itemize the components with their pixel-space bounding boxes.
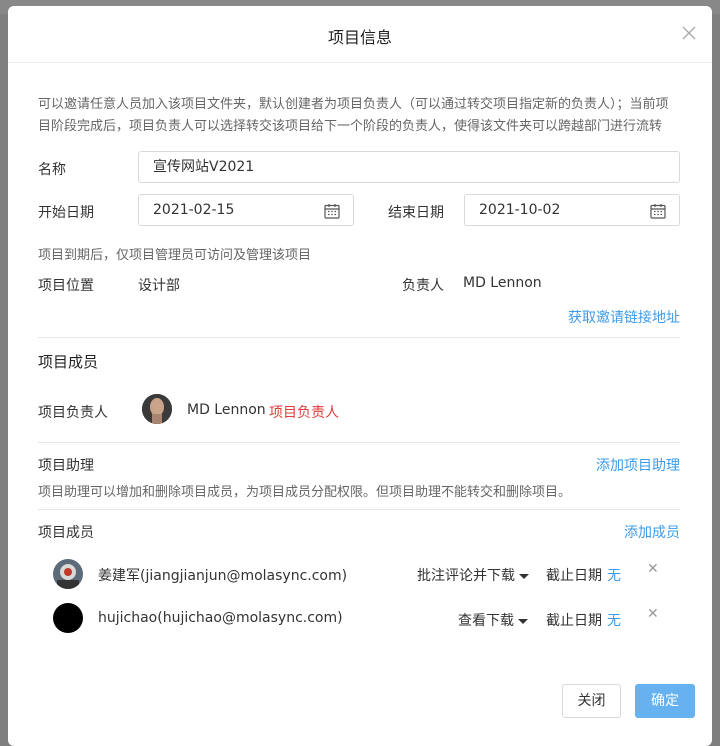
assistant-note: 项目助理可以增加和删除项目成员，为项目成员分配权限。但项目助理不能转交和删除项目… xyxy=(38,485,572,500)
project-info-dialog: 项目信息 可以邀请任意人员加入该项目文件夹，默认创建者为项目负责人（可以通过转交… xyxy=(8,6,712,746)
owner-label: 负责人 xyxy=(402,278,444,294)
permission-value: 查看下载 xyxy=(458,613,514,629)
owner-badge: 项目负责人 xyxy=(269,405,339,421)
caret-down-icon xyxy=(519,573,529,579)
expire-note: 项目到期后，仅项目管理员可访问及管理该项目 xyxy=(38,248,312,263)
divider xyxy=(38,509,680,510)
name-label: 名称 xyxy=(38,162,66,178)
owner-value: MD Lennon xyxy=(463,275,542,291)
name-input-value: 宣传网站V2021 xyxy=(153,159,255,175)
permission-dropdown[interactable]: 查看下载 xyxy=(458,610,528,630)
dialog-description: 可以邀请任意人员加入该项目文件夹，默认创建者为项目负责人（可以通过转交项目指定新… xyxy=(38,97,669,134)
calendar-icon[interactable] xyxy=(323,202,341,220)
members-section-title: 项目成员 xyxy=(38,353,99,371)
avatar xyxy=(53,559,83,589)
divider xyxy=(38,337,680,338)
project-owner-name: MD Lennon xyxy=(187,402,266,418)
member-name: 姜建军(jiangjianjun@molasync.com) xyxy=(98,568,348,584)
remove-member-icon[interactable]: ✕ xyxy=(647,561,659,577)
calendar-icon[interactable] xyxy=(649,202,667,220)
member-name: hujichao(hujichao@molasync.com) xyxy=(98,610,343,626)
deadline-label: 截止日期 xyxy=(546,613,602,629)
end-date-value: 2021-10-02 xyxy=(479,202,561,218)
avatar xyxy=(53,603,83,633)
avatar-image xyxy=(53,559,83,589)
add-assistant-link[interactable]: 添加项目助理 xyxy=(596,455,680,475)
add-member-link[interactable]: 添加成员 xyxy=(624,522,680,542)
assistant-label: 项目助理 xyxy=(38,458,94,474)
start-date-label: 开始日期 xyxy=(38,205,94,221)
divider xyxy=(38,442,680,443)
project-owner-label: 项目负责人 xyxy=(38,405,108,421)
member-label: 项目成员 xyxy=(38,525,94,541)
close-button[interactable]: 关闭 xyxy=(562,684,621,718)
close-icon[interactable] xyxy=(680,24,698,42)
dialog-header: 项目信息 xyxy=(8,6,712,63)
deadline-value[interactable]: 无 xyxy=(607,565,621,585)
deadline-value[interactable]: 无 xyxy=(607,610,621,630)
permission-value: 批注评论并下载 xyxy=(417,568,515,584)
remove-member-icon[interactable]: ✕ xyxy=(647,606,659,622)
location-value: 设计部 xyxy=(138,278,180,294)
dialog-title: 项目信息 xyxy=(327,28,392,47)
location-label: 项目位置 xyxy=(38,278,94,294)
start-date-input[interactable]: 2021-02-15 xyxy=(138,194,354,226)
avatar-image xyxy=(142,394,172,424)
caret-down-icon xyxy=(518,618,528,624)
confirm-button[interactable]: 确定 xyxy=(635,684,695,718)
end-date-input[interactable]: 2021-10-02 xyxy=(464,194,680,226)
name-input[interactable]: 宣传网站V2021 xyxy=(138,151,680,183)
start-date-value: 2021-02-15 xyxy=(153,202,235,218)
deadline-label: 截止日期 xyxy=(546,568,602,584)
permission-dropdown[interactable]: 批注评论并下载 xyxy=(417,565,529,585)
invite-link[interactable]: 获取邀请链接地址 xyxy=(568,307,680,327)
end-date-label: 结束日期 xyxy=(388,205,444,221)
avatar xyxy=(142,394,172,424)
dialog-body: 可以邀请任意人员加入该项目文件夹，默认创建者为项目负责人（可以通过转交项目指定新… xyxy=(38,62,680,633)
